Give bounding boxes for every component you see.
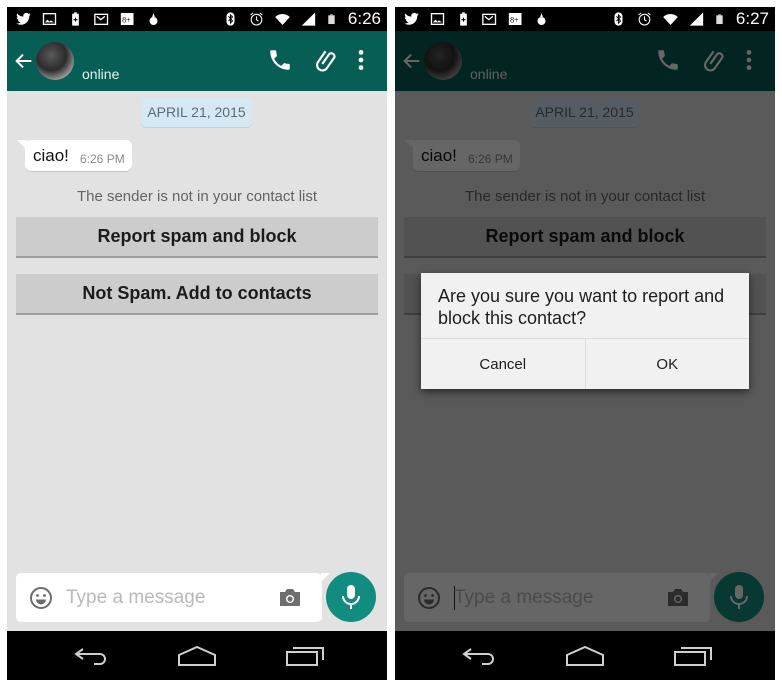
status-bar: 8+ 6:27 [395, 7, 775, 31]
alarm-icon [638, 12, 651, 26]
attach-icon[interactable] [313, 47, 339, 73]
nav-back-icon[interactable] [459, 645, 499, 667]
report-spam-block-button[interactable]: Report spam and block [16, 217, 378, 258]
more-options-icon[interactable] [355, 47, 367, 73]
back-arrow-icon[interactable] [13, 50, 35, 72]
google-plus-icon: 8+ [508, 13, 522, 25]
signal-icon [301, 12, 316, 26]
emoji-icon[interactable] [29, 586, 53, 610]
wifi-icon [275, 14, 290, 25]
status-bar: 8+ 6:26 [7, 7, 387, 31]
bluetooth-icon [614, 12, 623, 26]
battery-icon [716, 14, 723, 25]
google-plus-icon: 8+ [120, 13, 134, 25]
camera-icon[interactable] [278, 586, 302, 608]
system-nav-bar [7, 631, 387, 680]
dialog-actions: Cancel OK [421, 338, 749, 389]
cancel-button[interactable]: Cancel [421, 339, 585, 389]
call-icon[interactable] [267, 47, 293, 73]
contact-avatar[interactable] [36, 42, 74, 80]
battery-saver-icon [460, 12, 467, 26]
incoming-message[interactable]: ciao! 6:26 PM [17, 140, 132, 171]
status-time: 6:27 [735, 9, 769, 28]
twitter-icon [404, 12, 419, 25]
message-text: ciao! [33, 146, 69, 165]
nav-recents-icon[interactable] [285, 645, 325, 667]
message-input[interactable] [66, 583, 266, 613]
battery-icon [328, 14, 335, 25]
dialog-message: Are you sure you want to report and bloc… [438, 286, 725, 328]
alarm-icon [250, 12, 263, 26]
microphone-icon [342, 585, 360, 609]
svg-text:8+: 8+ [122, 15, 131, 24]
gmail-icon [482, 13, 497, 25]
nav-home-icon[interactable] [177, 645, 217, 667]
voice-message-button[interactable] [326, 572, 376, 622]
confirm-report-dialog: Are you sure you want to report and bloc… [421, 273, 749, 389]
status-time: 6:26 [347, 9, 381, 28]
bluetooth-icon [226, 12, 235, 26]
ok-button[interactable]: OK [584, 339, 750, 389]
phone-screen-before: 8+ 6:26 online APRIL 21, 2015 ciao! 6:26… [7, 7, 387, 680]
nav-home-icon[interactable] [565, 645, 605, 667]
phone-screen-confirm-dialog: 8+ 6:27 online APRIL 21, 2015 ciao! 6:26… [395, 7, 775, 680]
signal-icon [689, 12, 704, 26]
battery-saver-icon [72, 12, 79, 26]
gmail-icon [94, 13, 109, 25]
svg-text:8+: 8+ [510, 15, 519, 24]
message-time: 6:26 PM [80, 152, 125, 166]
image-icon [430, 13, 445, 25]
date-divider: APRIL 21, 2015 [141, 98, 252, 127]
twitter-icon [16, 12, 31, 25]
wifi-icon [663, 14, 678, 25]
nav-recents-icon[interactable] [673, 645, 713, 667]
drop-icon [149, 13, 158, 25]
chat-header: online [7, 31, 387, 91]
not-spam-add-contact-button[interactable]: Not Spam. Add to contacts [16, 274, 378, 315]
image-icon [42, 13, 57, 25]
unknown-sender-notice: The sender is not in your contact list [76, 188, 318, 205]
nav-back-icon[interactable] [71, 645, 111, 667]
message-composer [16, 573, 330, 622]
system-nav-bar [395, 631, 775, 680]
contact-status: online [82, 66, 120, 82]
drop-icon [537, 13, 546, 25]
chat-area: APRIL 21, 2015 ciao! 6:26 PM The sender … [7, 91, 387, 631]
